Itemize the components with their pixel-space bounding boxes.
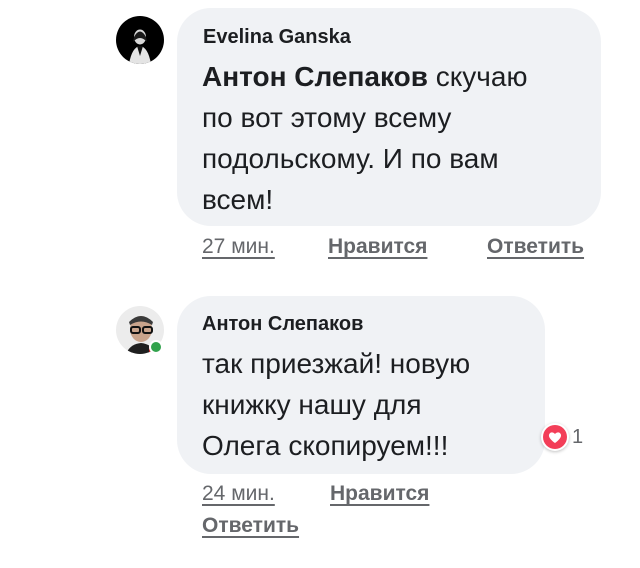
comment-text-line: книжку нашу для	[202, 389, 422, 420]
avatar-image	[116, 16, 164, 64]
avatar-evelina[interactable]	[116, 16, 164, 64]
comment-author[interactable]: Evelina Ganska	[203, 26, 351, 49]
comment-text-line: Олега скопируем!!!	[202, 430, 449, 461]
comment-text: Антон Слепаков скучаю по вот этому всему…	[202, 56, 592, 220]
reply-button[interactable]: Ответить	[202, 514, 299, 538]
comment-text-line: подольскому. И по вам	[202, 143, 499, 174]
reaction-icon-wrap	[541, 423, 569, 451]
reaction-count: 1	[572, 425, 584, 448]
comment-author[interactable]: Антон Слепаков	[202, 313, 363, 336]
online-status-indicator	[149, 340, 163, 354]
heart-icon	[543, 425, 567, 449]
mention-link[interactable]: Антон Слепаков	[202, 61, 428, 92]
comment-text: так приезжай! новую книжку нашу для Олег…	[202, 343, 542, 466]
comment-text-line: всем!	[202, 184, 274, 215]
like-button[interactable]: Нравится	[330, 482, 429, 506]
like-button[interactable]: Нравится	[328, 235, 427, 259]
comment-timestamp[interactable]: 24 мин.	[202, 482, 275, 506]
comment-text-line: по вот этому всему	[202, 102, 452, 133]
comment-text-line: так приезжай! новую	[202, 348, 471, 379]
comment-timestamp[interactable]: 27 мин.	[202, 235, 275, 259]
reaction-badge[interactable]: 1	[541, 423, 583, 451]
comment-text-line: скучаю	[435, 61, 528, 92]
reply-button[interactable]: Ответить	[487, 235, 584, 259]
